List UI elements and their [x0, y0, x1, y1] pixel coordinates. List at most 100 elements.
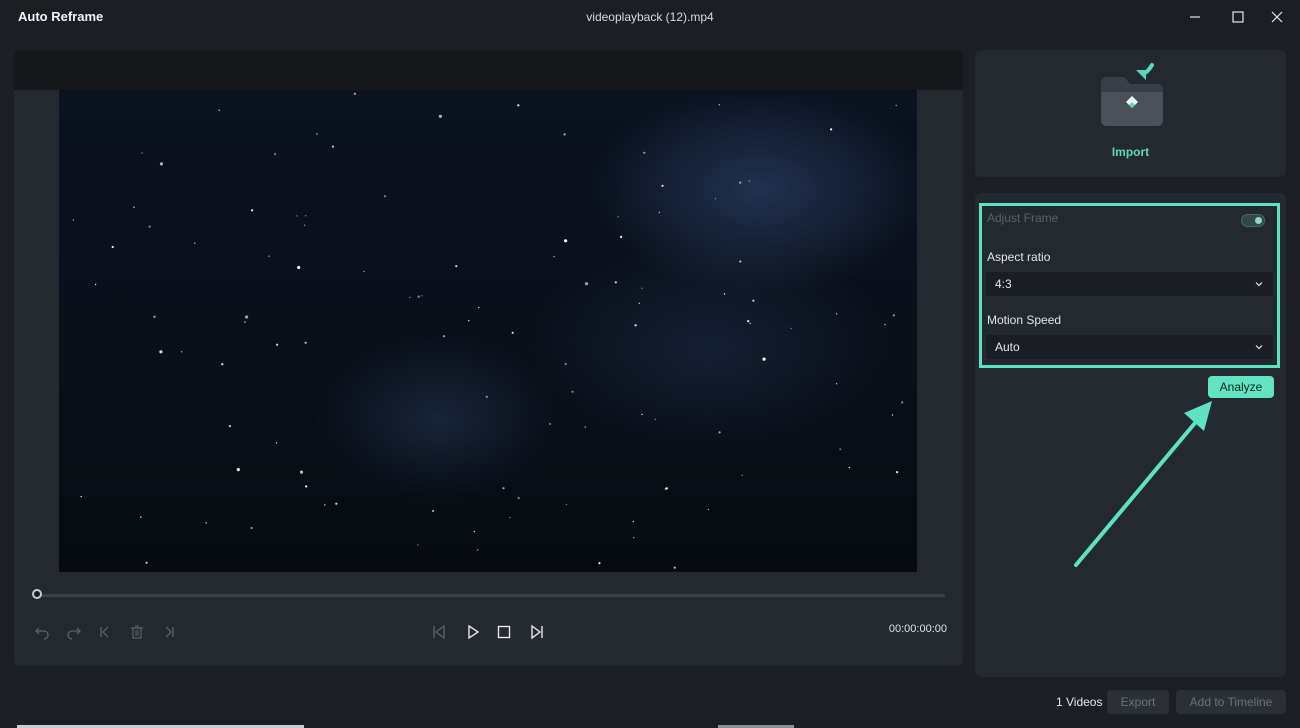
star	[632, 520, 634, 523]
motion-speed-select[interactable]: Auto	[986, 335, 1273, 359]
star	[409, 296, 411, 299]
star	[383, 195, 387, 198]
star	[741, 474, 743, 476]
adjust-frame-toggle[interactable]	[1241, 214, 1265, 227]
star	[417, 295, 420, 298]
star	[477, 549, 479, 551]
star	[303, 224, 306, 226]
close-icon[interactable]	[1266, 6, 1288, 28]
star	[641, 413, 643, 416]
star	[641, 287, 643, 289]
maximize-icon[interactable]	[1227, 6, 1249, 28]
star	[141, 152, 143, 154]
add-to-timeline-button[interactable]: Add to Timeline	[1176, 690, 1286, 714]
star	[790, 327, 792, 330]
star	[478, 306, 480, 309]
minimize-icon[interactable]	[1184, 6, 1206, 28]
import-label[interactable]: Import	[975, 145, 1286, 159]
star	[228, 425, 231, 428]
star	[748, 180, 751, 182]
star	[638, 302, 640, 304]
star	[549, 423, 551, 425]
star	[335, 502, 338, 505]
star	[707, 508, 710, 511]
progress-track[interactable]	[36, 594, 945, 597]
star	[159, 350, 163, 354]
import-panel[interactable]: Import	[975, 50, 1286, 177]
star	[250, 526, 253, 530]
aspect-ratio-label: Aspect ratio	[987, 250, 1051, 264]
star	[634, 324, 637, 327]
annotation-arrow	[1074, 401, 1212, 567]
star	[714, 198, 717, 200]
export-button[interactable]: Export	[1107, 690, 1169, 714]
star	[268, 255, 270, 257]
file-name-title: videoplayback (12).mp4	[586, 10, 714, 24]
star	[665, 487, 668, 490]
star	[275, 442, 278, 444]
star	[835, 313, 838, 315]
star	[438, 114, 442, 118]
star	[145, 561, 148, 564]
import-folder-icon[interactable]	[1096, 62, 1168, 132]
star	[571, 390, 574, 393]
star	[245, 315, 249, 319]
star	[884, 323, 886, 326]
star	[895, 104, 897, 107]
star	[244, 321, 246, 323]
star	[305, 485, 308, 488]
star	[511, 331, 514, 334]
star	[752, 299, 755, 302]
star	[468, 320, 470, 322]
chevron-down-icon	[1255, 282, 1263, 287]
star	[553, 255, 555, 258]
star	[324, 504, 326, 506]
star	[221, 363, 224, 366]
star	[299, 470, 304, 474]
star	[892, 314, 895, 317]
aspect-ratio-select[interactable]: 4:3	[986, 272, 1273, 296]
star	[633, 537, 635, 539]
video-preview[interactable]	[59, 90, 917, 572]
previous-frame-icon[interactable]	[429, 622, 449, 642]
star	[517, 496, 520, 500]
star	[891, 414, 894, 416]
star	[564, 362, 567, 366]
star	[473, 530, 475, 533]
chevron-down-icon	[1255, 345, 1263, 350]
star	[617, 216, 619, 218]
star	[148, 225, 151, 228]
star	[830, 128, 833, 131]
star	[658, 211, 660, 214]
star	[442, 335, 446, 338]
stop-icon[interactable]	[494, 622, 514, 642]
play-icon[interactable]	[463, 622, 483, 642]
star	[140, 516, 142, 518]
star	[643, 151, 646, 154]
star	[739, 260, 742, 263]
star	[565, 503, 568, 506]
starfield-video-frame	[72, 92, 904, 569]
preview-letterbox	[14, 50, 963, 90]
star	[304, 341, 307, 344]
star	[153, 315, 156, 318]
adjust-frame-label: Adjust Frame	[987, 211, 1059, 225]
undo-icon[interactable]	[32, 622, 52, 642]
star	[718, 431, 721, 434]
star	[353, 92, 356, 95]
playhead-handle[interactable]	[32, 589, 42, 599]
redo-icon[interactable]	[64, 622, 84, 642]
star	[584, 426, 586, 428]
motion-speed-value: Auto	[995, 340, 1020, 354]
star	[274, 153, 277, 156]
star	[564, 239, 568, 243]
next-clip-icon[interactable]	[159, 622, 179, 642]
star	[563, 133, 566, 136]
delete-icon[interactable]	[127, 622, 147, 642]
aspect-ratio-value: 4:3	[995, 277, 1012, 291]
next-frame-icon[interactable]	[527, 622, 547, 642]
star	[509, 516, 511, 519]
star	[502, 487, 505, 490]
previous-clip-icon[interactable]	[95, 622, 115, 642]
star	[180, 351, 183, 353]
